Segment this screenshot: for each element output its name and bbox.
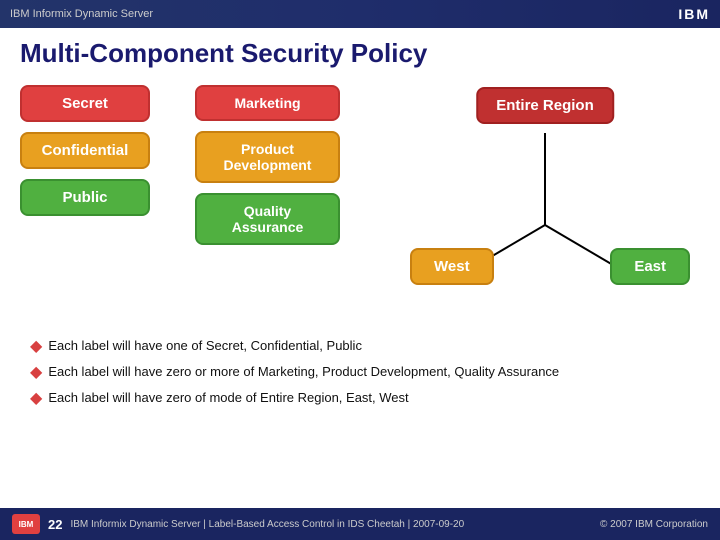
west-box: West xyxy=(410,248,494,285)
middle-boxes: Marketing Product Development Quality As… xyxy=(195,85,340,245)
diamond-icon-2: ◆ xyxy=(30,361,42,385)
bullet-item-2: ◆ Each label will have zero or more of M… xyxy=(30,361,690,385)
header-title: IBM Informix Dynamic Server xyxy=(10,8,153,20)
bullet-section: ◆ Each label will have one of Secret, Co… xyxy=(20,335,700,411)
footer-logo: IBM xyxy=(19,520,34,529)
east-box: East xyxy=(610,248,690,285)
diagram-area: Secret Confidential Public Marketing Pro… xyxy=(20,85,700,325)
footer-page-number: 22 xyxy=(48,517,62,532)
footer-left: IBM 22 IBM Informix Dynamic Server | Lab… xyxy=(12,514,464,534)
footer-text: IBM Informix Dynamic Server | Label-Base… xyxy=(70,519,464,530)
footer-copyright: © 2007 IBM Corporation xyxy=(600,519,708,530)
bullet-item-1: ◆ Each label will have one of Secret, Co… xyxy=(30,335,690,359)
left-labels: Secret Confidential Public xyxy=(20,85,150,216)
diamond-icon-1: ◆ xyxy=(30,335,42,359)
public-label: Public xyxy=(20,179,150,216)
ibm-logo: IBM xyxy=(678,6,710,22)
product-development-box: Product Development xyxy=(195,131,340,183)
entire-region-box: Entire Region xyxy=(476,87,614,124)
marketing-box: Marketing xyxy=(195,85,340,121)
bullet-text-2: Each label will have zero or more of Mar… xyxy=(48,361,559,383)
right-tree: Entire Region West East xyxy=(390,85,700,315)
footer-logo-box: IBM xyxy=(12,514,40,534)
confidential-label: Confidential xyxy=(20,132,150,169)
main-content: Multi-Component Security Policy Secret C… xyxy=(0,28,720,423)
bullet-text-1: Each label will have one of Secret, Conf… xyxy=(48,335,362,357)
diamond-icon-3: ◆ xyxy=(30,387,42,411)
page-title: Multi-Component Security Policy xyxy=(20,38,700,69)
secret-label: Secret xyxy=(20,85,150,122)
bullet-text-3: Each label will have zero of mode of Ent… xyxy=(48,387,408,409)
header-bar: IBM Informix Dynamic Server IBM xyxy=(0,0,720,28)
bullet-item-3: ◆ Each label will have zero of mode of E… xyxy=(30,387,690,411)
footer: IBM 22 IBM Informix Dynamic Server | Lab… xyxy=(0,508,720,540)
quality-assurance-box: Quality Assurance xyxy=(195,193,340,245)
